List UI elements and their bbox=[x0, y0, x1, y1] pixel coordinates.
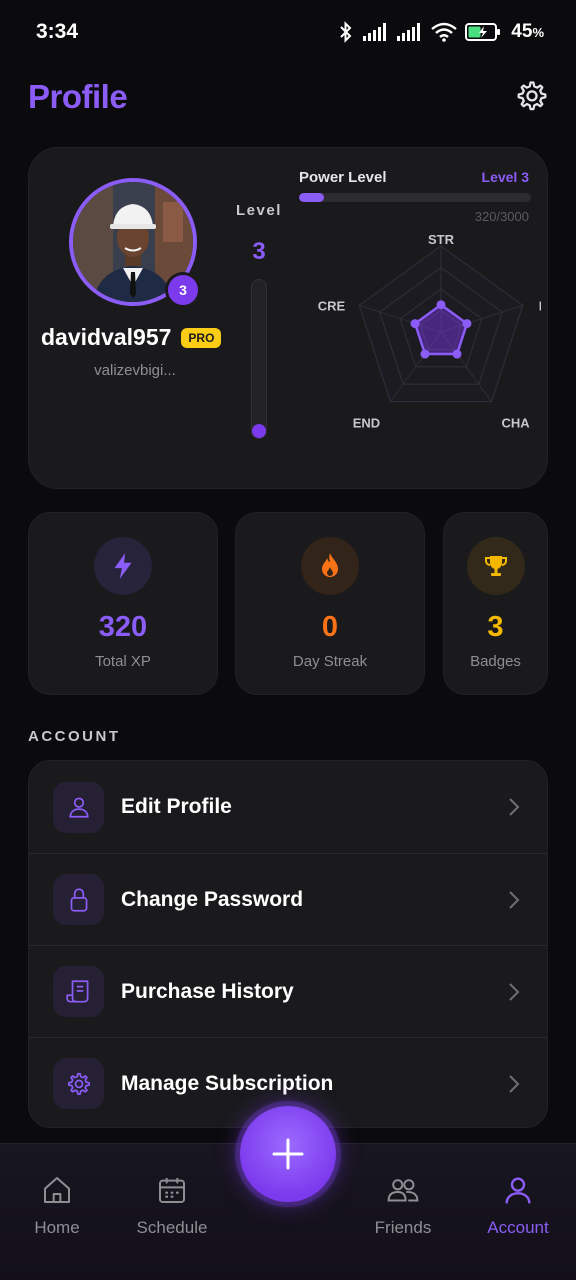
username: davidval957 bbox=[41, 324, 172, 350]
nav-account[interactable]: Account bbox=[468, 1174, 568, 1238]
edit-profile-item[interactable]: Edit Profile bbox=[29, 761, 547, 853]
battery-charging-icon bbox=[465, 23, 501, 41]
gear-icon bbox=[53, 1058, 104, 1109]
radar-point-int bbox=[462, 319, 472, 329]
calendar-icon bbox=[159, 1178, 185, 1203]
stat-card-total-xp: 320 Total XP bbox=[28, 512, 218, 695]
chevron-right-icon bbox=[509, 890, 520, 909]
radar-label-cre: CRE bbox=[318, 298, 346, 313]
nav-home[interactable]: Home bbox=[7, 1174, 107, 1238]
power-progress-track bbox=[299, 193, 531, 202]
stat-value: 320 bbox=[98, 611, 148, 643]
status-time: 3:34 bbox=[36, 20, 79, 43]
change-password-item[interactable]: Change Password bbox=[29, 853, 547, 945]
nav-friends[interactable]: Friends bbox=[353, 1174, 453, 1238]
purchase-history-item[interactable]: Purchase History bbox=[29, 945, 547, 1037]
receipt-icon bbox=[53, 966, 104, 1017]
status-bar: 3:34 45% bbox=[0, 0, 576, 64]
stat-value: 3 bbox=[487, 611, 504, 643]
item-label: Purchase History bbox=[121, 979, 294, 1003]
nav-label: Home bbox=[34, 1218, 80, 1237]
signal-icon bbox=[397, 23, 421, 41]
radar-label-int: INT bbox=[539, 298, 541, 313]
stat-card-badges: 3 Badges bbox=[443, 512, 548, 695]
plus-icon bbox=[272, 1138, 304, 1170]
item-label: Change Password bbox=[121, 887, 304, 911]
item-label: Manage Subscription bbox=[121, 1071, 334, 1095]
level-progress-fill bbox=[252, 423, 266, 438]
nav-schedule[interactable]: Schedule bbox=[122, 1174, 222, 1238]
friends-icon bbox=[387, 1179, 419, 1202]
settings-button[interactable] bbox=[514, 78, 550, 114]
stat-label: Day Streak bbox=[292, 653, 368, 670]
power-level-label: Power Level bbox=[299, 169, 387, 186]
account-section-heading: ACCOUNT bbox=[28, 728, 121, 745]
stat-label: Total XP bbox=[95, 653, 151, 670]
power-xp: 320/3000 bbox=[474, 209, 529, 224]
chevron-right-icon bbox=[509, 982, 520, 1001]
home-icon bbox=[44, 1177, 70, 1203]
lock-icon bbox=[53, 874, 104, 925]
radar-label-str: STR bbox=[428, 232, 455, 247]
nav-label: Friends bbox=[374, 1218, 432, 1237]
stat-card-day-streak: 0 Day Streak bbox=[235, 512, 425, 695]
stat-label: Badges bbox=[470, 653, 521, 670]
level-progress-track bbox=[251, 279, 267, 439]
avatar-level-badge: 3 bbox=[165, 272, 201, 308]
radar-label-cha: CHA bbox=[501, 416, 530, 431]
page-title: Profile bbox=[28, 78, 128, 115]
nav-label: Account bbox=[487, 1218, 549, 1237]
radar-point-str bbox=[436, 300, 446, 310]
radar-point-cha bbox=[452, 349, 462, 359]
radar-point-cre bbox=[410, 319, 420, 329]
user-email: valizevbigi... bbox=[94, 362, 176, 379]
flame-icon bbox=[301, 537, 359, 595]
user-icon bbox=[53, 781, 104, 833]
lightning-icon bbox=[94, 537, 152, 595]
stat-value: 0 bbox=[321, 611, 339, 643]
bluetooth-icon bbox=[340, 21, 352, 43]
radar-point-end bbox=[420, 349, 430, 359]
signal-icon bbox=[363, 23, 387, 41]
gear-icon bbox=[517, 81, 547, 111]
trophy-icon bbox=[466, 537, 525, 595]
battery-percent: 45% bbox=[511, 21, 544, 42]
power-level-tag: Level 3 bbox=[481, 169, 529, 185]
profile-card: 3 davidval957 PRO valizevbigi... Level 3… bbox=[28, 147, 548, 489]
status-icons: 45% bbox=[337, 20, 544, 44]
add-button[interactable] bbox=[240, 1106, 336, 1202]
chevron-right-icon bbox=[509, 798, 520, 816]
pro-badge: PRO bbox=[181, 327, 222, 348]
account-icon bbox=[505, 1177, 531, 1204]
account-list: Edit Profile Change Password Purchase Hi… bbox=[28, 760, 548, 1128]
wifi-icon bbox=[431, 22, 458, 42]
level-label: Level bbox=[236, 202, 282, 219]
chevron-right-icon bbox=[509, 1074, 520, 1093]
radar-label-end: END bbox=[353, 416, 380, 431]
nav-label: Schedule bbox=[136, 1218, 208, 1237]
stats-radar-chart: STR INT CHA END CRE bbox=[318, 232, 541, 431]
level-value: 3 bbox=[252, 238, 266, 265]
username-row: davidval957 PRO bbox=[41, 324, 222, 351]
power-progress-fill bbox=[299, 193, 324, 202]
item-label: Edit Profile bbox=[121, 795, 232, 818]
